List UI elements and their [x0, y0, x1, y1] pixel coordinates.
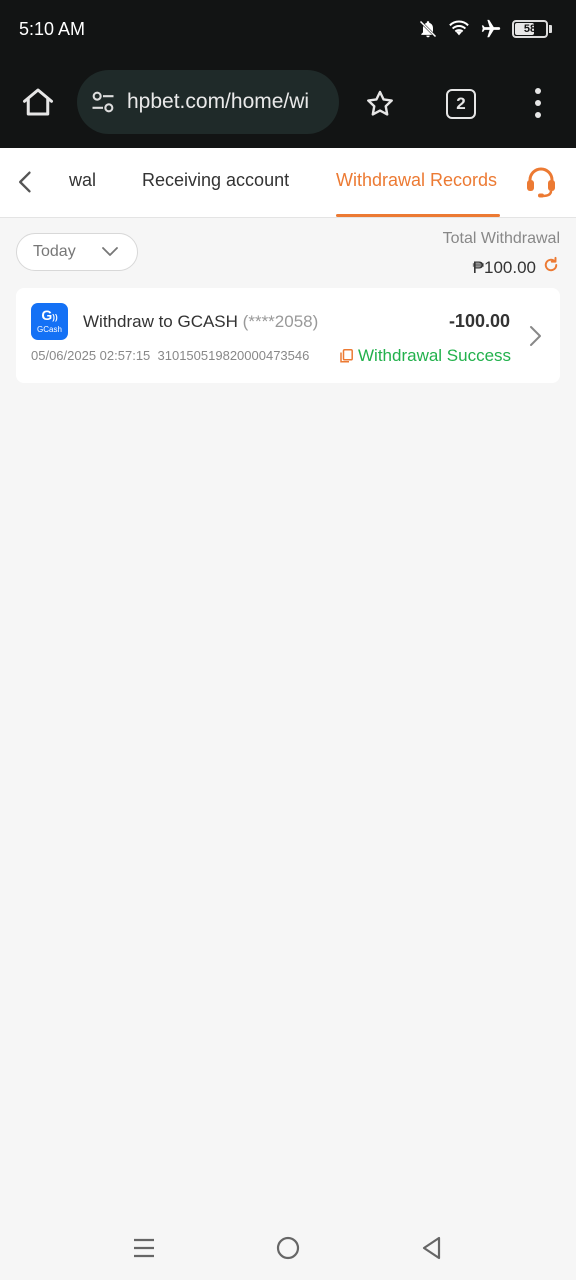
menu-dot	[535, 88, 541, 94]
record-method: Withdraw to GCASH	[83, 312, 238, 331]
total-withdrawal-amount: ₱100.00	[472, 257, 536, 277]
browser-home-button[interactable]	[20, 84, 56, 120]
total-withdrawal-label: Total Withdrawal	[442, 230, 560, 247]
notifications-off-icon	[418, 19, 438, 39]
copy-icon[interactable]	[340, 349, 353, 363]
total-withdrawal-row: ₱100.00	[473, 256, 560, 279]
home-nav-button[interactable]	[276, 1236, 300, 1265]
record-amount: -100.00	[448, 311, 510, 331]
tab-withdrawal-records[interactable]: Withdrawal Records	[336, 170, 497, 191]
tune-icon[interactable]	[89, 88, 117, 116]
star-icon	[367, 90, 393, 116]
record-datetime: 05/06/2025 02:57:15	[31, 348, 151, 363]
tab-count: 2	[456, 94, 466, 113]
battery-tip	[549, 25, 552, 33]
recents-button[interactable]	[132, 1236, 156, 1265]
bookmark-button[interactable]	[364, 88, 396, 120]
chevron-right-icon	[530, 326, 541, 346]
back-button[interactable]	[12, 168, 40, 196]
record-meta: 05/06/2025 02:57:15 31015051982000047354…	[31, 348, 309, 363]
chevron-down-icon	[102, 247, 118, 256]
battery-level: 58	[523, 23, 537, 35]
date-filter-label: Today	[33, 243, 76, 260]
airplane-icon	[480, 18, 502, 40]
customer-support-button[interactable]	[523, 164, 559, 200]
page-header: wal Receiving account Withdrawal Records	[0, 148, 576, 218]
gcash-logo-label: GCash	[37, 325, 62, 334]
menu-dot	[535, 112, 541, 118]
battery-indicator: 58	[512, 20, 548, 38]
active-tab-indicator	[336, 214, 500, 217]
gcash-logo-mark: G))	[41, 307, 58, 323]
browser-toolbar: hpbet.com/home/wi 2	[0, 60, 576, 148]
back-triangle-icon	[422, 1236, 441, 1260]
wifi-icon	[448, 19, 470, 39]
home-icon	[23, 88, 53, 116]
refresh-button[interactable]	[542, 256, 560, 279]
record-title: Withdraw to GCASH (****2058)	[83, 312, 318, 332]
system-navigation-bar	[0, 1210, 576, 1280]
record-account-masked: (****2058)	[242, 312, 319, 331]
more-vert-icon[interactable]	[528, 86, 548, 120]
record-status: Withdrawal Success	[358, 346, 512, 365]
back-nav-button[interactable]	[420, 1236, 444, 1265]
url-text: hpbet.com/home/wi	[127, 90, 310, 113]
date-filter-dropdown[interactable]: Today	[16, 233, 138, 271]
status-time: 5:10 AM	[19, 19, 86, 39]
customer-support-icon	[527, 167, 555, 198]
tab-withdrawal[interactable]: wal	[69, 170, 96, 191]
withdrawal-record-card[interactable]: G)) GCash Withdraw to GCASH (****2058) -…	[16, 288, 560, 383]
menu-dot	[535, 100, 541, 106]
address-bar[interactable]: hpbet.com/home/wi	[77, 70, 339, 134]
status-icons: 58	[418, 16, 552, 42]
record-order-id: 310150519820000473546	[157, 348, 310, 363]
tab-receiving-account[interactable]: Receiving account	[142, 170, 289, 191]
status-bar: 5:10 AM 58	[0, 0, 576, 60]
back-icon	[19, 171, 31, 193]
recents-icon	[134, 1238, 154, 1258]
tabs-button[interactable]: 2	[446, 89, 476, 119]
gcash-logo: G)) GCash	[31, 303, 68, 340]
battery-icon: 58	[512, 20, 552, 38]
refresh-icon	[544, 256, 558, 272]
home-circle-icon	[276, 1236, 300, 1260]
